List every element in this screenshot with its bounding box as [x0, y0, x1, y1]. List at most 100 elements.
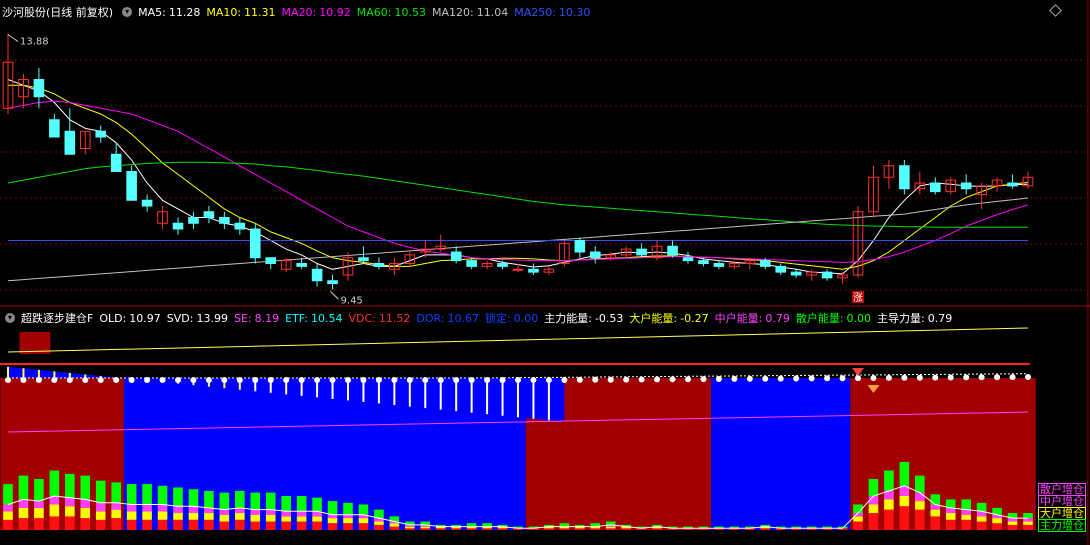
- candle-body: [466, 260, 477, 267]
- chevron-down-icon[interactable]: ▾: [122, 7, 133, 17]
- lollipop-dot: [1025, 374, 1031, 380]
- header_sub-label: DOR:: [416, 311, 445, 325]
- lollipop-dot: [824, 375, 831, 382]
- lollipop-dot: [793, 375, 800, 382]
- header_main-value: 11.31: [244, 5, 276, 19]
- header_main-value: 11.28: [168, 5, 201, 19]
- stacked-bar-segment: [945, 499, 956, 508]
- stacked-bar-segment: [884, 499, 894, 510]
- candle-body: [203, 211, 215, 218]
- stacked-bar-segment: [497, 528, 508, 530]
- lollipop-dot: [839, 375, 846, 382]
- stacked-bar-segment: [868, 479, 879, 496]
- header_sub-label: 散户能量:: [795, 312, 844, 325]
- stacked-bar-segment: [219, 492, 230, 510]
- stacked-bar-segment: [327, 514, 338, 519]
- header_sub-value: 10.97: [129, 311, 161, 325]
- stacked-bar-segment: [65, 473, 75, 498]
- stacked-bar-segment: [868, 513, 879, 530]
- stacked-bar-segment: [976, 521, 987, 530]
- stacked-bar-segment: [420, 526, 431, 529]
- stacked-bar-segment: [312, 516, 322, 522]
- stacked-bar-segment: [281, 521, 291, 530]
- header_sub-label: VDC:: [348, 311, 376, 325]
- lollipop-dot: [1009, 374, 1016, 381]
- stock-name[interactable]: 沙河股份(日线 前复权): [2, 4, 113, 20]
- stacked-bar-segment: [219, 509, 230, 515]
- header_sub-value: 11.52: [378, 311, 411, 325]
- header_main-item: MA10: 11.31: [206, 6, 275, 19]
- region-block: [711, 378, 851, 530]
- candle-body: [234, 222, 246, 230]
- header_main-item: MA250: 10.30: [514, 6, 590, 19]
- stacked-bar-segment: [204, 519, 214, 530]
- stacked-bar-segment: [961, 519, 971, 530]
- header_sub-item: SVD: 13.99: [167, 312, 228, 325]
- stacked-bar-segment: [188, 513, 199, 520]
- stacked-bar-segment: [976, 516, 987, 522]
- stacked-bar-segment: [853, 516, 863, 522]
- stacked-bar-segment: [250, 521, 261, 530]
- candle-body: [311, 268, 323, 282]
- candle-body: [775, 265, 787, 273]
- stacked-bar-segment: [296, 521, 307, 530]
- lollipop-dot: [607, 376, 614, 383]
- stacked-bar-segment: [296, 496, 307, 512]
- candle-body: [1007, 182, 1018, 187]
- header_sub-label: 主导力量:: [877, 312, 925, 325]
- stacked-bar-segment: [327, 523, 338, 530]
- lollipop-dot: [700, 376, 707, 383]
- zhang-label: 涨: [853, 292, 863, 304]
- stacked-bar-segment: [358, 504, 369, 515]
- header_sub-value: 8.19: [254, 311, 280, 325]
- candle-body: [188, 217, 199, 224]
- candle-body: [713, 263, 725, 267]
- stacked-bar-segment: [327, 518, 338, 524]
- stacked-bar-segment: [204, 490, 214, 508]
- stacked-bar-segment: [3, 504, 13, 512]
- stacked-bar-segment: [281, 511, 291, 517]
- stacked-bar-segment: [575, 528, 585, 530]
- stacked-bar-segment: [405, 528, 415, 530]
- candle-body: [682, 257, 694, 262]
- stacked-bar-segment: [49, 516, 60, 530]
- chevron-down-icon[interactable]: ▾: [5, 313, 15, 323]
- stacked-bar-segment: [343, 518, 353, 524]
- header_sub-label: ETF:: [285, 311, 308, 325]
- candle-body: [265, 257, 277, 264]
- stacked-bar-segment: [915, 475, 925, 493]
- lollipop-dot: [731, 375, 738, 382]
- lollipop-dot: [885, 374, 892, 381]
- stacked-bar-segment: [652, 528, 662, 530]
- indicator-name[interactable]: 超跌逐步建仓F: [21, 310, 93, 326]
- stacked-bar-segment: [899, 496, 910, 507]
- stacked-bar-segment: [1023, 521, 1033, 525]
- stacked-bar-segment: [126, 519, 137, 530]
- lollipop-dot: [932, 374, 939, 381]
- header_sub-item: VDC: 11.52: [348, 312, 410, 325]
- header_main-item: MA5: 11.28: [138, 6, 200, 19]
- header_sub-value: 0.79: [765, 312, 790, 325]
- header_sub-item: 锁定: 0.00: [485, 310, 538, 326]
- stacked-bar-segment: [853, 521, 863, 530]
- header_sub-item: 主力能量: -0.53: [544, 310, 623, 326]
- header_main-value: 10.53: [394, 5, 426, 19]
- stacked-bar-segment: [1007, 524, 1018, 530]
- stacked-bar-segment: [3, 484, 13, 505]
- stacked-bar-segment: [250, 514, 261, 522]
- stacked-bar-segment: [559, 528, 570, 530]
- stacked-bar-segment: [899, 462, 910, 486]
- lollipop-dot: [762, 375, 769, 382]
- stacked-bar-segment: [188, 506, 199, 513]
- header_sub-value: 0.00: [846, 312, 872, 325]
- stacked-bar-segment: [34, 501, 44, 508]
- stacked-bar-segment: [559, 523, 570, 527]
- stacked-bar-segment: [173, 487, 183, 507]
- header_sub-label: 中户能量:: [714, 312, 763, 325]
- lollipop-dot: [978, 374, 985, 381]
- stacked-bar-segment: [899, 506, 910, 530]
- header_main-value: 10.92: [319, 5, 351, 19]
- stacked-bar-segment: [466, 523, 477, 527]
- header_sub-value: 10.67: [447, 311, 480, 325]
- stacked-bar-segment: [95, 480, 106, 503]
